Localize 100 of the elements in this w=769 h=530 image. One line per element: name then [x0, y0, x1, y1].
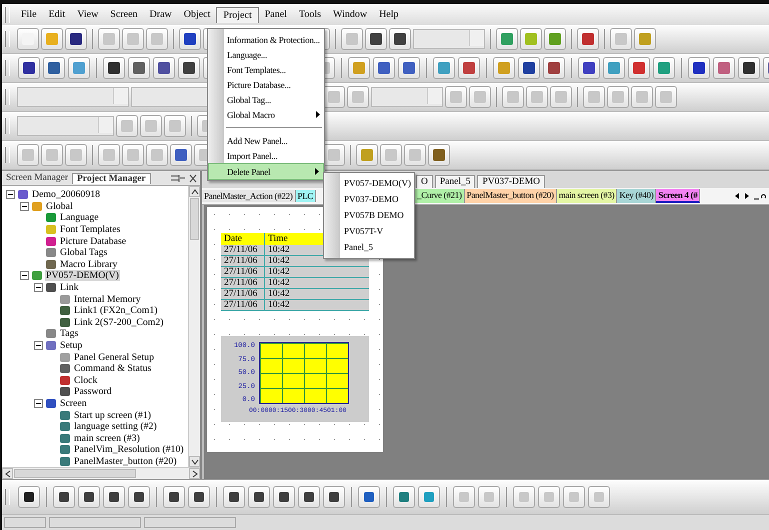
panel-tab[interactable]: O: [416, 175, 433, 188]
menu-item[interactable]: Import Panel...: [224, 148, 324, 163]
panel-tab[interactable]: Panel_5: [434, 175, 476, 188]
menu-item[interactable]: Screen: [104, 7, 144, 22]
toolbar-button[interactable]: [298, 486, 320, 508]
toolbar-button[interactable]: [18, 57, 40, 79]
panel-tab[interactable]: Project Manager: [72, 172, 151, 184]
menu-item[interactable]: Information & Protection...: [224, 32, 324, 47]
tree-item[interactable]: Link: [59, 282, 80, 294]
tree-item[interactable]: Screen: [59, 398, 88, 409]
scroll-thumb[interactable]: [14, 469, 136, 478]
tree-item[interactable]: Macro Library: [59, 258, 118, 270]
toolbar-button[interactable]: [163, 486, 185, 508]
menu-item[interactable]: Tools: [292, 7, 328, 22]
toolbar-button[interactable]: [248, 486, 270, 508]
screen-tab[interactable]: Key (#40): [617, 189, 656, 203]
pin-icon[interactable]: [170, 174, 186, 182]
expand-toggle[interactable]: [34, 283, 43, 292]
scroll-up-icon[interactable]: [190, 188, 198, 194]
screen-tab[interactable]: PanelMaster_Action (#22): [202, 190, 296, 202]
menu-item[interactable]: File: [15, 7, 43, 22]
expand-toggle[interactable]: [6, 190, 15, 200]
tree-item[interactable]: main screen (#3): [73, 432, 141, 444]
vertical-scrollbar[interactable]: [188, 186, 200, 467]
toolbar-button[interactable]: [43, 57, 65, 79]
panel-tab[interactable]: Screen Manager: [2, 173, 72, 183]
menu-item[interactable]: View: [71, 7, 104, 22]
menu-item[interactable]: PV057B DEMO: [340, 207, 414, 223]
toolbar-button[interactable]: [65, 28, 87, 50]
toolbar-button[interactable]: [389, 28, 411, 50]
menu-item[interactable]: Language...: [224, 47, 324, 62]
tree-item[interactable]: language setting (#2): [73, 421, 158, 432]
toolbar-button[interactable]: [543, 57, 565, 79]
toolbar-button[interactable]: [688, 57, 710, 79]
screen-tab[interactable]: Screen 4 (#: [656, 189, 700, 203]
toolbar-button[interactable]: [518, 57, 540, 79]
toolbar-button[interactable]: [53, 486, 75, 508]
tree-item[interactable]: Internal Memory: [73, 294, 142, 305]
toolbar-button[interactable]: [273, 486, 295, 508]
toolbar-button[interactable]: [179, 28, 201, 50]
menu-item[interactable]: Edit: [42, 7, 72, 22]
screen-tab[interactable]: PanelMaster_button (#20): [464, 189, 557, 203]
toolbar-button[interactable]: [188, 486, 210, 508]
scroll-right-icon[interactable]: [192, 470, 198, 478]
expand-toggle[interactable]: [20, 202, 29, 211]
scroll-down-icon[interactable]: [190, 458, 198, 464]
tree-item[interactable]: Language: [59, 212, 100, 224]
toolbar-button[interactable]: [78, 486, 100, 508]
tree-item[interactable]: Clock: [73, 374, 98, 386]
menu-item[interactable]: PV037-DEMO: [340, 191, 414, 207]
menu-item[interactable]: Delete Panel: [208, 163, 324, 180]
tree-item[interactable]: Link1 (FX2n_Com1): [73, 305, 159, 316]
tree-item[interactable]: Link 2(S7-200_Com2): [73, 316, 165, 328]
menu-item[interactable]: Project: [216, 6, 259, 22]
expand-toggle[interactable]: [34, 398, 43, 408]
tree-item[interactable]: Start up screen (#1): [73, 410, 152, 421]
tree-item[interactable]: Password: [73, 386, 113, 398]
menu-item[interactable]: Global Tag...: [224, 92, 324, 107]
menu-item[interactable]: Object: [178, 7, 216, 22]
tree-item[interactable]: Demo_20060918: [31, 189, 102, 200]
scroll-thumb[interactable]: [190, 198, 199, 240]
close-icon[interactable]: [189, 174, 197, 182]
screen-tab[interactable]: PLC: [296, 190, 316, 202]
toolbar-button[interactable]: [223, 486, 245, 508]
tree-item[interactable]: Font Templates: [59, 224, 122, 236]
tab-navigation-icon[interactable]: [733, 191, 767, 201]
toolbar-button[interactable]: [178, 57, 200, 79]
toolbar-button[interactable]: [323, 486, 345, 508]
menu-item[interactable]: Global Macro: [224, 107, 324, 122]
tree-item[interactable]: Picture Database: [59, 236, 128, 247]
tree-item[interactable]: Global Tags: [59, 247, 108, 258]
menu-item[interactable]: Draw: [144, 7, 178, 22]
menu-item[interactable]: Panel: [258, 7, 293, 22]
toolbar-button[interactable]: [365, 28, 387, 50]
panel-tab[interactable]: PV037-DEMO: [477, 175, 546, 188]
toolbar-button[interactable]: [128, 486, 150, 508]
scroll-left-icon[interactable]: [4, 470, 10, 478]
tree-item[interactable]: Setup: [59, 340, 84, 352]
tree-item[interactable]: Tags: [59, 328, 80, 340]
menu-item[interactable]: Picture Database...: [224, 77, 324, 92]
tree-item[interactable]: Command & Status: [73, 363, 152, 374]
toolbar-button[interactable]: [103, 57, 125, 79]
menu-item[interactable]: Font Templates...: [224, 62, 324, 77]
tree-item[interactable]: Panel General Setup: [73, 352, 155, 363]
toolbar-button[interactable]: [153, 57, 175, 79]
tree-item[interactable]: PV057-DEMO(V): [45, 270, 120, 282]
screen-tab[interactable]: _Curve (#21): [415, 189, 465, 203]
toolbar-button[interactable]: [738, 57, 760, 79]
menu-item[interactable]: Window: [327, 7, 374, 22]
toolbar-button[interactable]: [578, 57, 600, 79]
expand-toggle[interactable]: [34, 341, 43, 350]
horizontal-scrollbar[interactable]: [2, 467, 200, 479]
toolbar-button[interactable]: [18, 486, 40, 508]
screen-tab[interactable]: main screen (#3): [556, 189, 618, 203]
menu-item[interactable]: Help: [373, 7, 405, 22]
tree-item[interactable]: Global: [45, 200, 74, 212]
tree-item[interactable]: PanelMaster_button (#20): [73, 456, 178, 467]
menu-item[interactable]: Add New Panel...: [224, 133, 324, 148]
tree-item[interactable]: PanelVim_Resolution (#10): [73, 444, 185, 456]
expand-toggle[interactable]: [20, 271, 29, 280]
